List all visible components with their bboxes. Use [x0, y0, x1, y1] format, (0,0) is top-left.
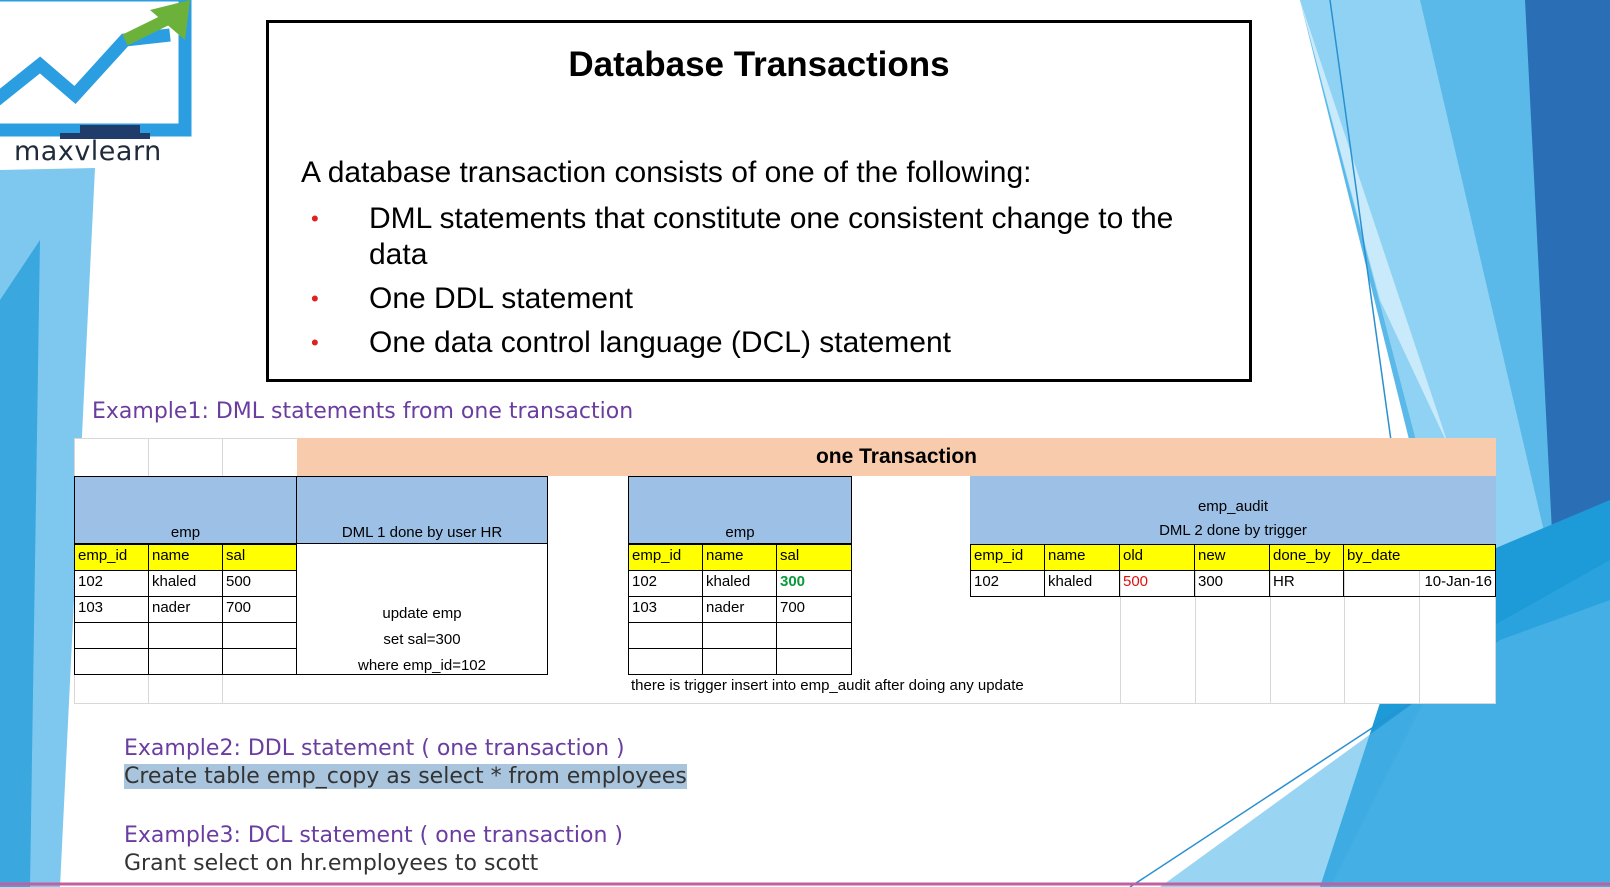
dml1-statement-box: update emp set sal=300 where emp_id=102 [296, 543, 548, 675]
definition-list: • DML statements that constitute one cons… [299, 201, 1229, 369]
dml1-title: DML 1 done by user HR [296, 476, 548, 544]
table-cell: khaled [148, 570, 223, 597]
table-cell: 102 [628, 570, 703, 597]
list-item: • One DDL statement [311, 282, 634, 315]
transaction-spreadsheet: one Transaction emp emp_id name sal 102 … [74, 438, 1496, 704]
column-header: name [148, 544, 223, 571]
emp-audit-subtitle: DML 2 done by trigger [1159, 522, 1307, 539]
table-cell [628, 648, 703, 675]
table-cell: 103 [74, 596, 149, 623]
emp-before-title: emp [74, 476, 297, 544]
old-salary-cell: 500 [1119, 570, 1195, 597]
column-header: sal [222, 544, 297, 571]
column-header: done_by [1269, 544, 1344, 571]
column-header: emp_id [74, 544, 149, 571]
column-header: by_date [1343, 544, 1496, 571]
table-cell [776, 622, 852, 649]
definition-box: Database Transactions A database transac… [266, 20, 1252, 382]
table-cell [74, 648, 149, 675]
column-header: emp_id [970, 544, 1045, 571]
table-cell [148, 622, 223, 649]
table-cell: 102 [74, 570, 149, 597]
column-header: sal [776, 544, 852, 571]
bullet-icon: • [311, 330, 319, 355]
table-cell: khaled [1044, 570, 1120, 597]
example3-code: Grant select on hr.employees to scott [124, 851, 539, 876]
selected-text[interactable]: Create table emp_copy as select * from e… [124, 764, 687, 789]
table-cell [628, 622, 703, 649]
table-cell: 500 [222, 570, 297, 597]
emp-audit-title: emp_audit [1197, 498, 1269, 515]
table-cell [148, 648, 223, 675]
definition-intro: A database transaction consists of one o… [301, 156, 1032, 189]
table-cell: 103 [628, 596, 703, 623]
bullet-icon: • [311, 286, 319, 311]
table-cell: khaled [702, 570, 777, 597]
example1-heading: Example1: DML statements from one transa… [92, 399, 634, 424]
table-cell [702, 622, 777, 649]
example2-code: Create table emp_copy as select * from e… [124, 764, 687, 789]
logo-text: maxvlearn [14, 136, 162, 167]
column-header: name [702, 544, 777, 571]
dml1-line: where emp_id=102 [357, 657, 486, 674]
slide-title: Database Transactions [568, 45, 950, 84]
table-cell [222, 622, 297, 649]
table-cell: HR [1269, 570, 1344, 597]
table-cell [74, 622, 149, 649]
example2-heading: Example2: DDL statement ( one transactio… [124, 736, 625, 761]
list-item: • One data control language (DCL) stateme… [311, 326, 951, 359]
column-header: name [1044, 544, 1120, 571]
updated-salary-cell: 300 [776, 570, 852, 597]
table-cell [776, 648, 852, 675]
example3-heading: Example3: DCL statement ( one transactio… [124, 823, 624, 848]
table-cell: 700 [222, 596, 297, 623]
dml1-line: set sal=300 [383, 631, 461, 648]
column-header: emp_id [628, 544, 703, 571]
table-cell: 102 [970, 570, 1045, 597]
column-header: new [1194, 544, 1270, 571]
trigger-note: there is trigger insert into emp_audit a… [631, 677, 1024, 694]
table-cell: 10-Jan-16 [1343, 570, 1496, 597]
emp-after-title: emp [628, 476, 852, 544]
emp-audit-header: emp_audit DML 2 done by trigger [970, 476, 1496, 544]
table-cell: 700 [776, 596, 852, 623]
table-cell: 300 [1194, 570, 1270, 597]
transaction-banner: one Transaction [297, 438, 1496, 476]
table-cell [222, 648, 297, 675]
bullet-icon: • [311, 206, 319, 231]
list-item: • DML statements that constitute one cons… [311, 202, 1174, 271]
dml1-line: update emp [382, 605, 462, 622]
column-header: old [1119, 544, 1195, 571]
table-cell: nader [702, 596, 777, 623]
table-cell: nader [148, 596, 223, 623]
table-cell [702, 648, 777, 675]
